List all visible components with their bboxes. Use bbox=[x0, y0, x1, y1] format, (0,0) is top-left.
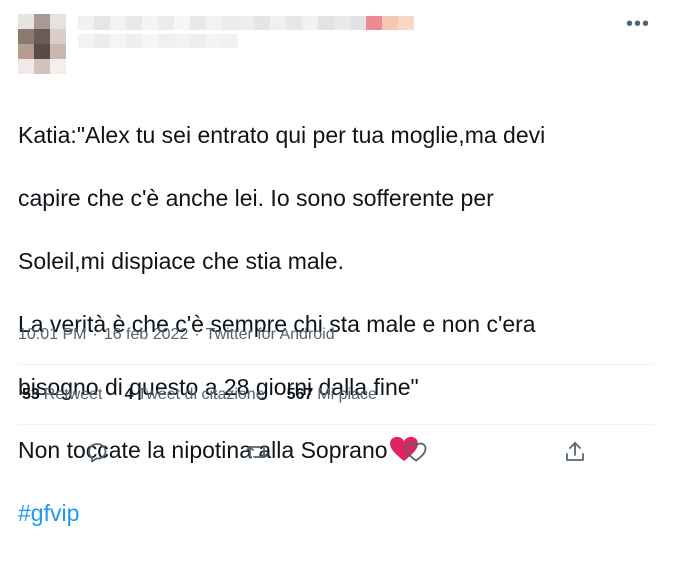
tweet-header: ••• bbox=[18, 14, 658, 74]
reply-icon bbox=[88, 443, 107, 463]
likes-count: 567 bbox=[286, 386, 314, 403]
hashtag-link[interactable]: #gfvip bbox=[18, 498, 648, 530]
tweet-stats: 53 Retweet 4 Tweet di citazione 567 Mi piac… bbox=[22, 386, 377, 404]
retweet-button[interactable] bbox=[237, 432, 277, 472]
tweet-line: Katia:"Alex tu sei entrato qui per tua m… bbox=[18, 121, 546, 148]
display-name-blurred[interactable] bbox=[78, 16, 414, 30]
tweet-text: Katia:"Alex tu sei entrato qui per tua m… bbox=[18, 88, 648, 561]
divider bbox=[18, 364, 655, 365]
divider bbox=[18, 424, 655, 425]
tweet-source[interactable]: Twitter for Android bbox=[206, 326, 335, 344]
retweets-count: 53 bbox=[22, 386, 40, 403]
tweet-meta: 10:01 PM · 16 feb 2022 · Twitter for And… bbox=[18, 326, 335, 344]
tweet-time[interactable]: 10:01 PM bbox=[18, 326, 86, 344]
retweets-label: Retweet bbox=[43, 386, 103, 403]
tweet-date[interactable]: 16 feb 2022 bbox=[104, 326, 189, 344]
handle-blurred[interactable] bbox=[78, 34, 238, 48]
share-icon bbox=[566, 442, 584, 461]
avatar[interactable] bbox=[18, 14, 66, 74]
retweet-icon bbox=[246, 445, 268, 459]
likes-label: Mi piace bbox=[317, 386, 377, 403]
quotes-label: Tweet di citazione bbox=[137, 386, 265, 403]
retweets-stat[interactable]: 53 Retweet bbox=[22, 386, 103, 404]
share-button[interactable] bbox=[555, 432, 595, 472]
meta-separator: · bbox=[194, 326, 200, 343]
likes-stat[interactable]: 567 Mi piace bbox=[287, 386, 377, 404]
meta-separator: · bbox=[92, 326, 98, 343]
reply-button[interactable] bbox=[77, 432, 117, 472]
like-button[interactable] bbox=[396, 432, 436, 472]
quotes-count: 4 bbox=[124, 386, 134, 403]
like-icon bbox=[405, 442, 427, 462]
tweet-line: Soleil,mi dispiace che stia male. bbox=[18, 247, 344, 274]
tweet-line: capire che c'è anche lei. Io sono soffer… bbox=[18, 184, 494, 211]
tweet-actions bbox=[0, 432, 677, 472]
more-options-icon[interactable]: ••• bbox=[626, 14, 650, 34]
quotes-stat[interactable]: 4 Tweet di citazione bbox=[125, 386, 265, 404]
